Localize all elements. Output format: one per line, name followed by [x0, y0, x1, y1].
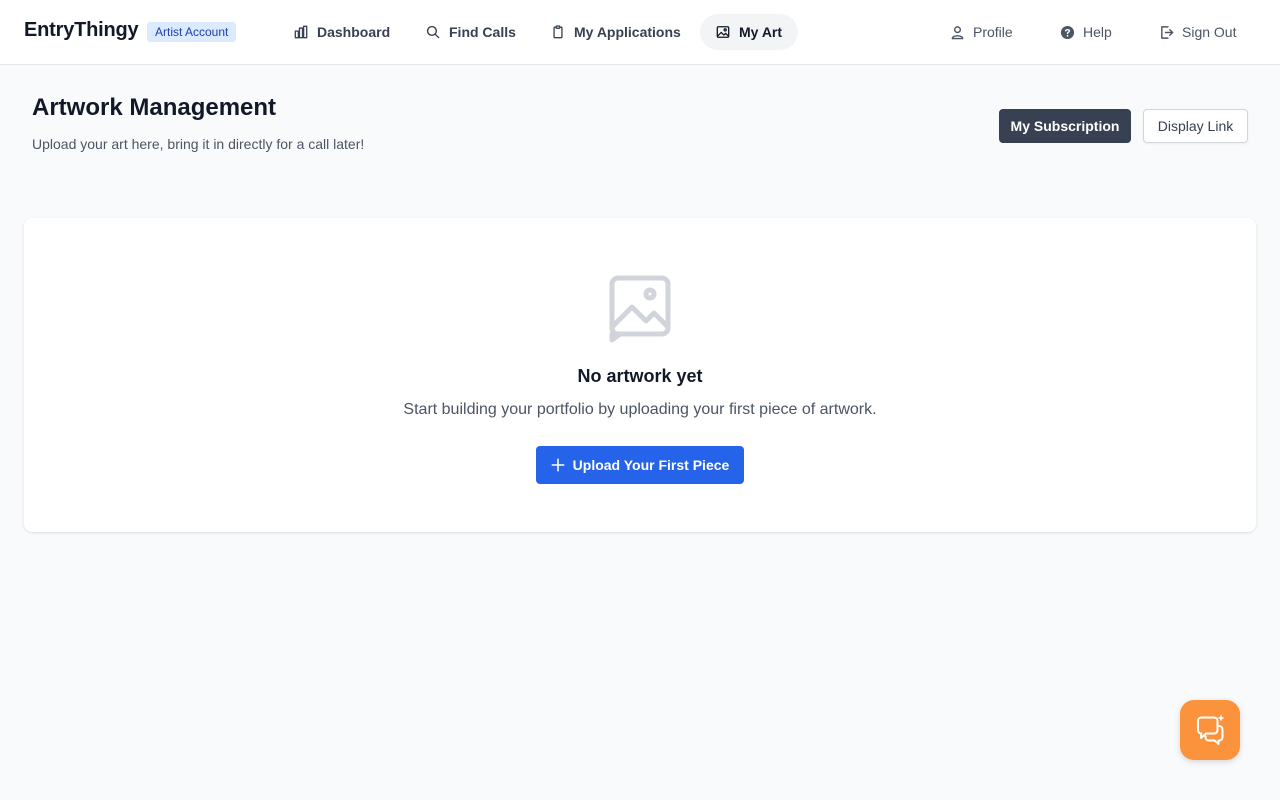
nav-sign-out[interactable]: Sign Out	[1159, 14, 1236, 50]
page-title: Artwork Management	[32, 94, 277, 121]
nav-help[interactable]: Help	[1060, 14, 1112, 50]
nav-help-label: Help	[1083, 24, 1112, 40]
nav-dashboard-label: Dashboard	[317, 24, 391, 40]
chat-sparkle-icon	[1197, 714, 1225, 745]
empty-state-description: Start building your portfolio by uploadi…	[403, 401, 877, 418]
display-link-button[interactable]: Display Link	[1143, 109, 1248, 143]
brand-logo[interactable]: EntryThingy	[24, 19, 139, 42]
image-icon	[716, 26, 730, 38]
nav-dashboard[interactable]: Dashboard	[278, 14, 406, 50]
nav-my-applications[interactable]: My Applications	[535, 14, 697, 50]
top-navigation-bar: EntryThingy Artist Account Dashboard Fin…	[0, 0, 1280, 65]
nav-find-calls[interactable]: Find Calls	[410, 14, 532, 50]
nav-sign-out-label: Sign Out	[1182, 24, 1237, 40]
upload-first-piece-button[interactable]: Upload Your First Piece	[536, 446, 744, 484]
clipboard-icon	[553, 25, 563, 39]
chat-support-button[interactable]	[1180, 700, 1240, 760]
upload-first-piece-label: Upload Your First Piece	[572, 457, 730, 473]
nav-find-calls-label: Find Calls	[449, 24, 516, 40]
account-type-badge: Artist Account	[147, 22, 237, 42]
search-icon	[426, 25, 440, 39]
bar-chart-icon	[294, 25, 308, 39]
my-subscription-button[interactable]: My Subscription	[999, 109, 1131, 143]
artwork-empty-state-card: No artwork yet Start building your portf…	[24, 218, 1256, 532]
nav-my-art[interactable]: My Art	[700, 14, 799, 50]
help-circle-icon	[1060, 25, 1075, 39]
empty-state-title: No artwork yet	[577, 366, 703, 386]
nav-profile[interactable]: Profile	[950, 14, 1013, 50]
sign-out-icon	[1161, 25, 1174, 39]
image-placeholder-icon	[609, 275, 671, 343]
nav-my-art-label: My Art	[739, 24, 783, 40]
plus-icon	[551, 458, 565, 472]
page-subtitle: Upload your art here, bring it in direct…	[32, 136, 365, 152]
nav-profile-label: Profile	[973, 24, 1013, 40]
user-icon	[951, 25, 964, 39]
nav-my-applications-label: My Applications	[574, 24, 681, 40]
